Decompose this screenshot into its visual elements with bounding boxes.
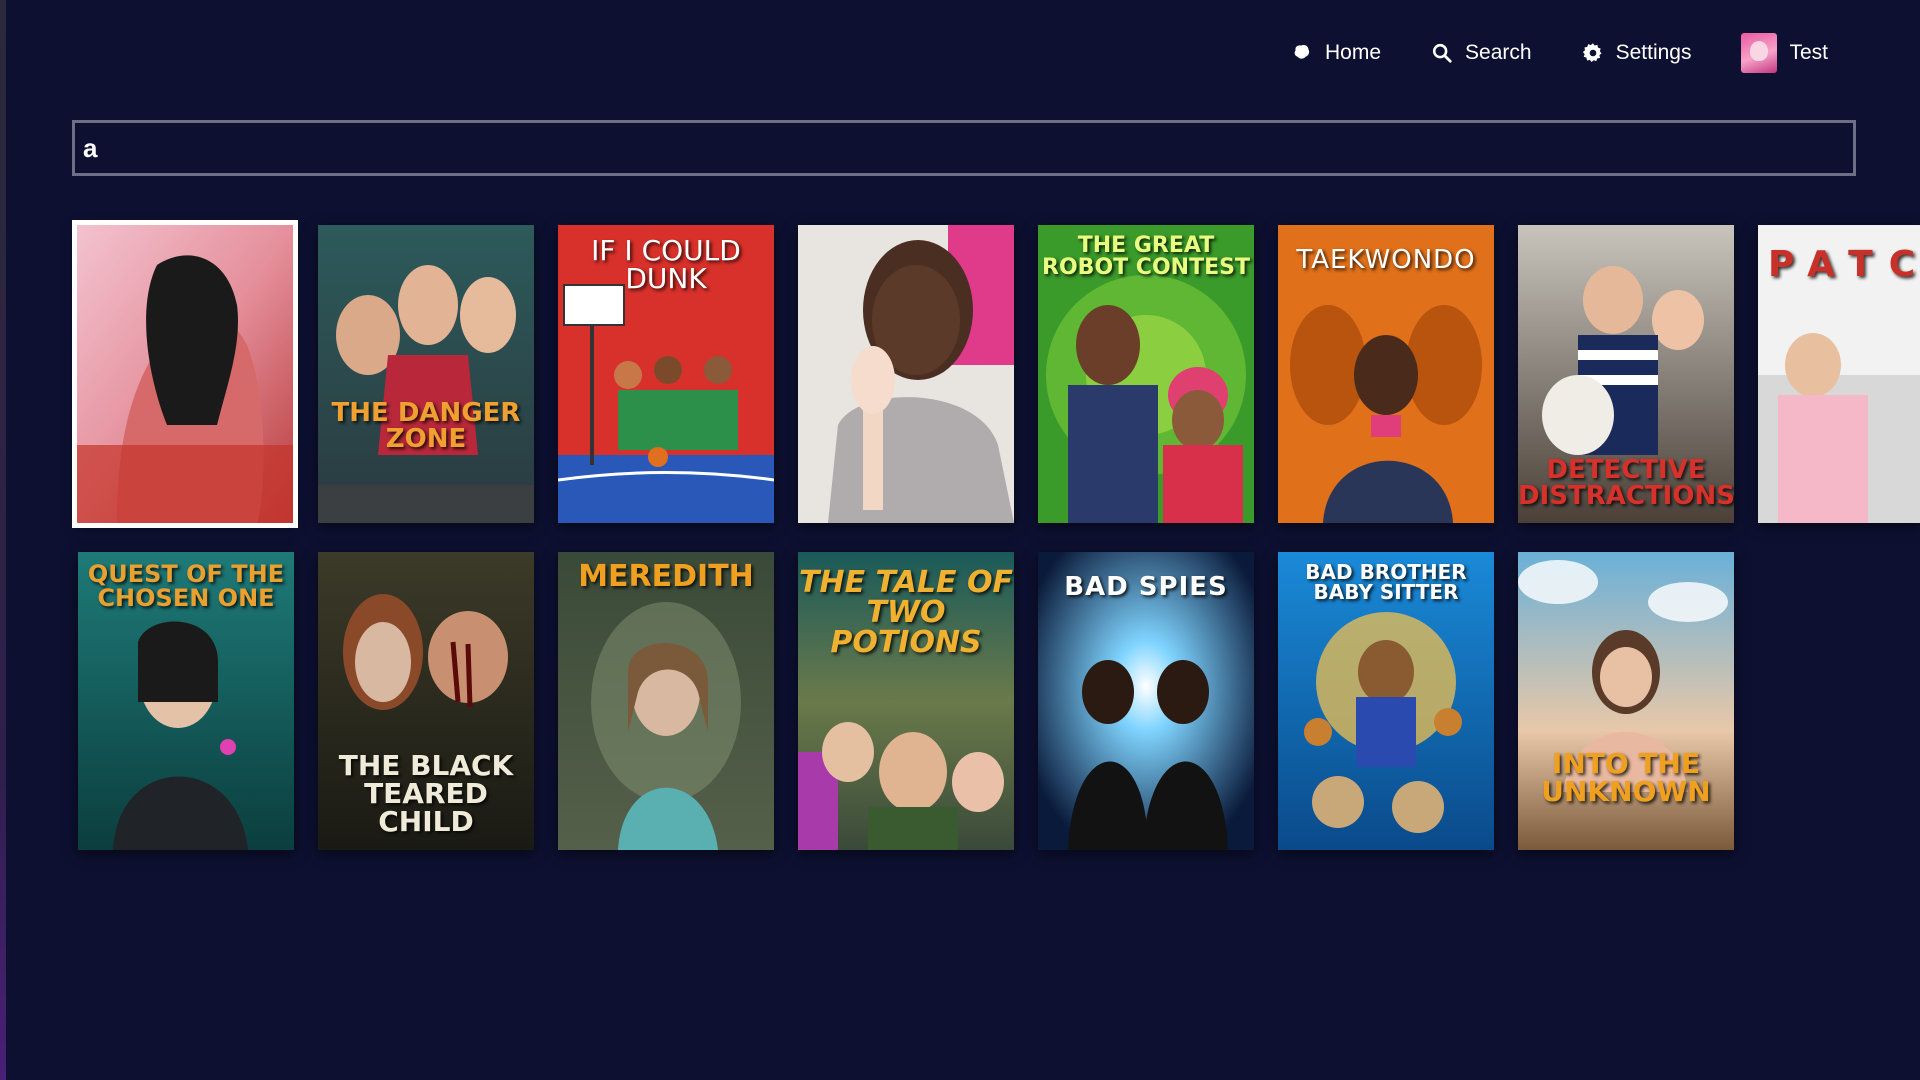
nav-user-label: Test [1789, 41, 1828, 64]
poster-title: THE GREAT ROBOT CONTEST [1042, 233, 1250, 280]
top-navigation: Home Search Settings Test [1291, 30, 1828, 76]
poster-result-11[interactable]: MEREDITH [558, 552, 774, 850]
poster-title: INTO THE UNKNOWN [1541, 747, 1711, 808]
poster-result-13[interactable]: BAD SPIES [1038, 552, 1254, 850]
nav-search-label: Search [1465, 41, 1532, 64]
poster-title: MEREDITH [578, 559, 754, 594]
search-input[interactable] [75, 123, 1853, 173]
poster-art [77, 225, 293, 523]
nav-settings-label: Settings [1615, 41, 1692, 64]
poster-title: QUEST OF THE CHOSEN ONE [87, 560, 285, 612]
poster-title: PATC [1768, 244, 1920, 285]
poster-title: THE TALE OF TWO POTIONS [799, 565, 1013, 660]
home-icon [1294, 44, 1310, 59]
poster-result-9[interactable]: QUEST OF THE CHOSEN ONE [78, 552, 294, 850]
poster-result-6[interactable]: TAEKWONDO [1278, 225, 1494, 523]
poster-result-10[interactable]: THE BLACK TEARED CHILD [318, 552, 534, 850]
nav-search[interactable]: Search [1431, 41, 1532, 65]
gear-icon [1582, 43, 1602, 63]
nav-user-profile[interactable]: Test [1741, 33, 1828, 73]
poster-art [318, 225, 534, 523]
left-edge-bar [0, 0, 6, 1080]
poster-title: TAEKWONDO [1296, 245, 1476, 275]
poster-title: BAD BROTHER BABY SITTER [1305, 560, 1467, 604]
poster-title: IF I COULD DUNK [591, 234, 741, 295]
poster-title: THE BLACK TEARED CHILD [338, 749, 514, 838]
poster-result-12[interactable]: THE TALE OF TWO POTIONS [798, 552, 1014, 850]
nav-home[interactable]: Home [1291, 41, 1381, 65]
search-icon [1432, 43, 1452, 63]
poster-result-5[interactable]: THE GREAT ROBOT CONTEST [1038, 225, 1254, 523]
poster-title: THE DANGER ZONE [331, 398, 521, 454]
poster-result-4[interactable] [798, 225, 1014, 523]
poster-title: BAD SPIES [1064, 572, 1228, 602]
poster-result-1[interactable] [72, 220, 298, 528]
poster-title: DETECTIVE DISTRACTIONS [1518, 455, 1734, 511]
nav-home-label: Home [1325, 41, 1382, 64]
avatar [1741, 33, 1778, 73]
poster-result-8[interactable]: PATC [1758, 225, 1920, 523]
poster-result-3[interactable]: IF I COULD DUNK [558, 225, 774, 523]
nav-settings[interactable]: Settings [1582, 41, 1692, 65]
search-box[interactable] [72, 120, 1856, 176]
poster-art [558, 552, 774, 850]
poster-result-2[interactable]: THE DANGER ZONE [318, 225, 534, 523]
poster-art [798, 225, 1014, 523]
poster-result-7[interactable]: DETECTIVE DISTRACTIONS [1518, 225, 1734, 523]
poster-result-14[interactable]: BAD BROTHER BABY SITTER [1278, 552, 1494, 850]
poster-result-15[interactable]: INTO THE UNKNOWN [1518, 552, 1734, 850]
